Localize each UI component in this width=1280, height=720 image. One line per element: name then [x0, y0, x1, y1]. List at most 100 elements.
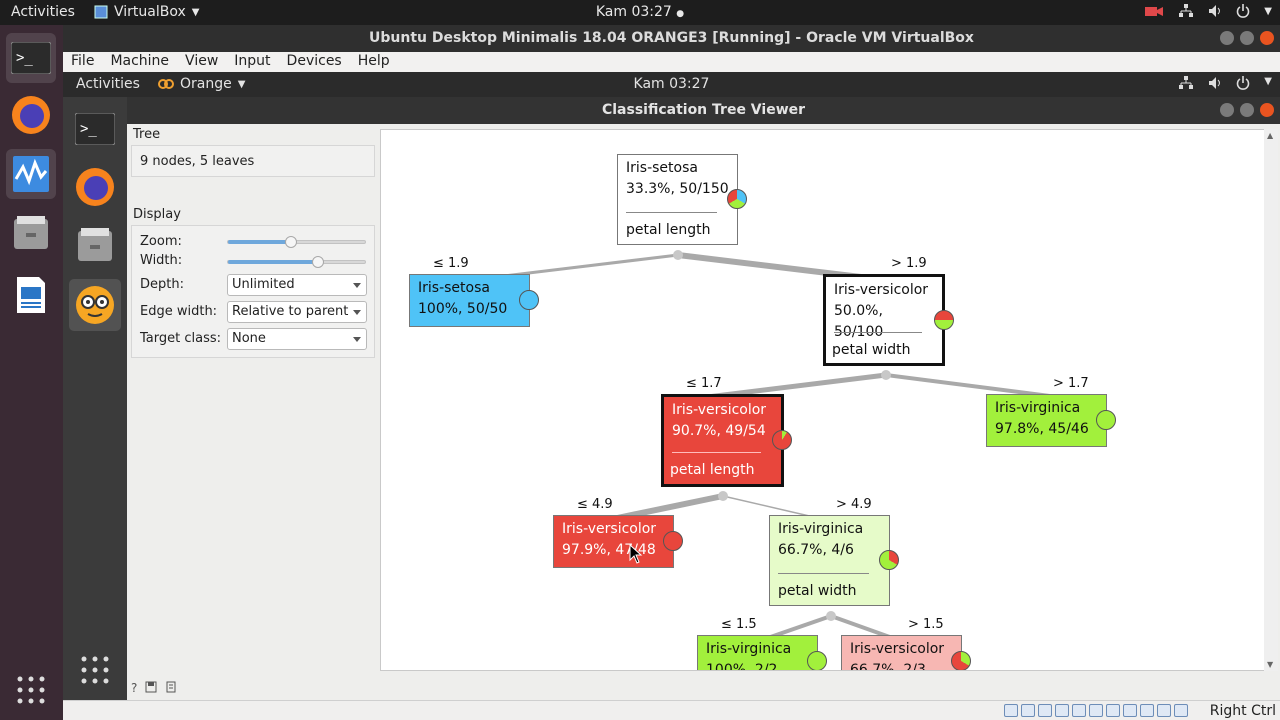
edge-label: ≤ 4.9: [577, 497, 613, 512]
tree-node-virginica-small-leaf[interactable]: Iris-virginica 100%, 2/2: [697, 635, 827, 670]
display-icon[interactable]: [1106, 704, 1120, 717]
menu-view[interactable]: View: [177, 52, 226, 72]
shared-folder-icon[interactable]: [1089, 704, 1103, 717]
close-button[interactable]: [1260, 31, 1274, 45]
window-title-text: Classification Tree Viewer: [601, 102, 806, 118]
orange-icon: [76, 286, 114, 324]
zoom-slider-handle[interactable]: [285, 236, 297, 248]
help-icon[interactable]: ?: [131, 681, 137, 695]
menu-input[interactable]: Input: [226, 52, 278, 72]
power-icon: [1237, 76, 1250, 90]
vbox-title-text: Ubuntu Desktop Minimalis 18.04 ORANGE3 […: [369, 30, 974, 46]
tree-node-versicolor-leaf[interactable]: Iris-versicolor 97.9%, 47/48: [553, 515, 683, 568]
class-distribution-pie: [1096, 410, 1116, 430]
tree-node-versicolor-petal-length[interactable]: Iris-versicolor 90.7%, 49/54 petal lengt…: [661, 394, 792, 487]
class-distribution-pie: [807, 651, 827, 670]
vbox-status-bar: Right Ctrl: [63, 700, 1280, 720]
guest-tray[interactable]: ▼: [1178, 76, 1272, 90]
node-stats: 66.7%, 2/3: [850, 662, 926, 671]
tree-node-setosa-leaf[interactable]: Iris-setosa 100%, 50/50: [409, 274, 539, 327]
host-tray[interactable]: ▼: [1144, 4, 1272, 18]
optical-drive-icon[interactable]: [1021, 704, 1035, 717]
host-clock[interactable]: Kam 03:27 ●: [0, 4, 1280, 20]
split-dot: [673, 250, 683, 260]
scroll-up-icon[interactable]: ▲: [1267, 131, 1273, 140]
guest-show-applications-button[interactable]: [69, 644, 121, 696]
orange-window-title: Classification Tree Viewer: [127, 97, 1280, 124]
files-icon: [14, 216, 48, 249]
node-stats: 33.3%, 50/150: [626, 181, 729, 197]
node-class: Iris-setosa: [626, 160, 698, 176]
scroll-down-icon[interactable]: ▼: [1267, 660, 1273, 669]
guest-dock-files[interactable]: [69, 219, 121, 271]
guest-dock-terminal[interactable]: >_: [69, 103, 121, 155]
split-dot: [826, 611, 836, 621]
guest-dock-firefox[interactable]: [69, 161, 121, 213]
node-stats: 50.0%, 50/100: [834, 303, 884, 340]
depth-combo[interactable]: Unlimited: [227, 274, 367, 296]
target-class-value: None: [232, 331, 266, 346]
dock-virtualbox[interactable]: [6, 149, 56, 199]
video-capture-icon[interactable]: [1123, 704, 1137, 717]
class-distribution-pie: [951, 651, 971, 670]
files-icon: [78, 228, 112, 261]
close-button[interactable]: [1260, 103, 1274, 117]
minimize-button[interactable]: [1220, 31, 1234, 45]
menu-file[interactable]: File: [63, 52, 102, 72]
tree-node-virginica-leaf[interactable]: Iris-virginica 97.8%, 45/46: [986, 394, 1116, 447]
grid-icon: [17, 676, 45, 704]
menu-help[interactable]: Help: [350, 52, 398, 72]
maximize-button[interactable]: [1240, 31, 1254, 45]
zoom-slider-fill: [228, 240, 291, 244]
network-icon: [1179, 76, 1194, 89]
network-icon[interactable]: [1055, 704, 1069, 717]
host-top-bar: Activities VirtualBox ▼ Kam 03:27 ● ▼: [0, 0, 1280, 25]
tree-node-versicolor-split[interactable]: Iris-versicolor 50.0%, 50/100 petal widt…: [823, 274, 954, 366]
tree-node-virginica-petal-width[interactable]: Iris-virginica 66.7%, 4/6 petal width: [769, 515, 899, 606]
node-class: Iris-virginica: [706, 641, 792, 657]
terminal-icon: >_: [75, 113, 115, 145]
guest-top-bar: Activities Orange ▼ Kam 03:27 ▼: [63, 72, 1280, 97]
tree-node-versicolor-small-leaf[interactable]: Iris-versicolor 66.7%, 2/3: [841, 635, 971, 671]
zoom-slider[interactable]: [227, 236, 366, 248]
keyboard-icon[interactable]: [1174, 704, 1188, 717]
mouse-integration-icon[interactable]: [1157, 704, 1171, 717]
edge-label: ≤ 1.5: [721, 617, 757, 632]
chevron-down-icon: [353, 337, 361, 342]
tree-node-root[interactable]: Iris-setosa 33.3%, 50/150 petal length: [617, 154, 747, 245]
save-icon[interactable]: [145, 681, 157, 693]
svg-text:>_: >_: [16, 50, 33, 66]
menu-machine[interactable]: Machine: [102, 52, 177, 72]
edge-width-value: Relative to parent: [232, 304, 349, 319]
vertical-scrollbar[interactable]: ▲ ▼: [1264, 129, 1278, 671]
target-class-combo[interactable]: None: [227, 328, 367, 350]
node-class: Iris-virginica: [995, 400, 1081, 416]
orange-window-body: Tree 9 nodes, 5 leaves Display Zoom: Wid…: [127, 124, 1280, 700]
minimize-button[interactable]: [1220, 103, 1234, 117]
class-distribution-pie: [934, 310, 954, 330]
show-applications-button[interactable]: [6, 665, 56, 715]
status-icons: [1004, 704, 1188, 717]
class-distribution-pie: [879, 550, 899, 570]
hard-disk-icon[interactable]: [1004, 704, 1018, 717]
width-slider[interactable]: [227, 256, 366, 268]
maximize-button[interactable]: [1240, 103, 1254, 117]
guest-clock[interactable]: Kam 03:27: [63, 76, 1280, 92]
dock-files[interactable]: [6, 208, 56, 258]
usb-icon[interactable]: [1072, 704, 1086, 717]
menu-devices[interactable]: Devices: [279, 52, 350, 72]
edge-width-combo[interactable]: Relative to parent: [227, 301, 367, 323]
document-icon: [17, 277, 45, 313]
volume-icon: [1209, 77, 1221, 89]
tree-canvas[interactable]: ≤ 1.9 > 1.9 ≤ 1.7 > 1.7 ≤ 4.9 > 4.9 ≤ 1.…: [380, 129, 1266, 671]
dock-writer[interactable]: [6, 270, 56, 320]
dock-firefox[interactable]: [6, 90, 56, 140]
report-icon[interactable]: [165, 681, 177, 693]
guest-dock-orange[interactable]: [69, 279, 121, 331]
host-dock: >_: [0, 25, 63, 720]
width-slider-handle[interactable]: [312, 256, 324, 268]
dock-terminal[interactable]: >_: [6, 33, 56, 83]
audio-icon[interactable]: [1038, 704, 1052, 717]
split-dot: [881, 370, 891, 380]
cpu-icon[interactable]: [1140, 704, 1154, 717]
